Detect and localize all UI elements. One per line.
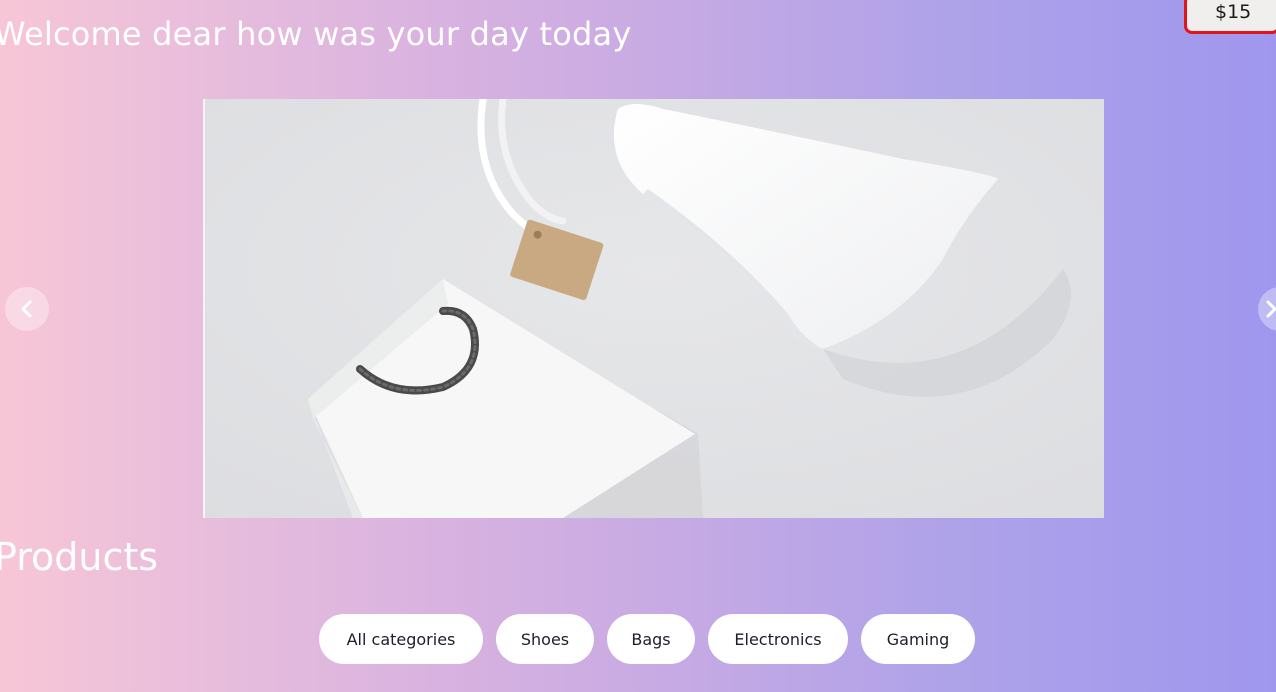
chevron-left-icon <box>21 300 32 318</box>
category-filter-bar: All categories Shoes Bags Electronics Ga… <box>0 614 1276 664</box>
cart-total-badge[interactable]: $15 <box>1184 0 1276 34</box>
welcome-heading: Welcome dear how was your day today <box>0 15 632 53</box>
category-shoes-button[interactable]: Shoes <box>496 614 594 664</box>
category-gaming-button[interactable]: Gaming <box>861 614 975 664</box>
category-bags-button[interactable]: Bags <box>607 614 695 664</box>
category-all-button[interactable]: All categories <box>319 614 483 664</box>
category-electronics-button[interactable]: Electronics <box>708 614 848 664</box>
carousel-prev-button[interactable] <box>5 287 49 331</box>
carousel-slide-image <box>203 99 1104 518</box>
hero-carousel[interactable] <box>203 99 1104 518</box>
chevron-right-icon <box>1266 300 1276 318</box>
carousel-next-button[interactable] <box>1258 287 1276 331</box>
products-heading: Products <box>0 535 159 579</box>
